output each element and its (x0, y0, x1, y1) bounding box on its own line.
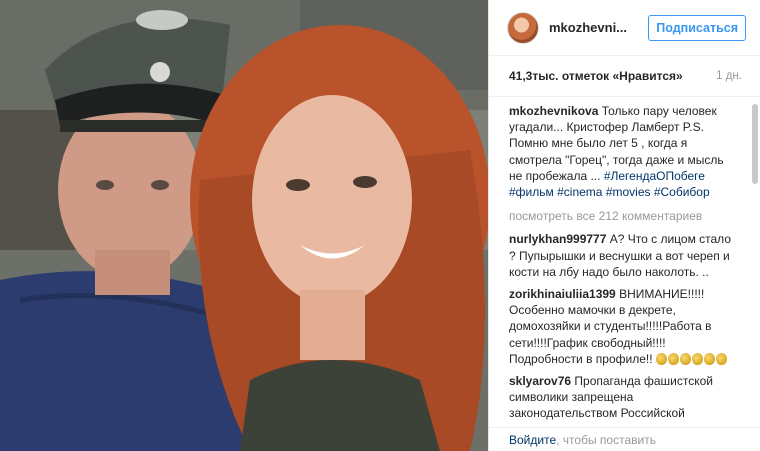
comment-item: nurlykhan999777 А? Что с лицом стало ? П… (509, 231, 737, 280)
hashtag-link[interactable]: #ЛегендаОПобеге (604, 169, 705, 183)
post-header: mkozhevni... Подписаться (489, 0, 760, 56)
likes-count[interactable]: 41,3тыс. отметок «Нравится» (509, 69, 683, 83)
comments-list[interactable]: mkozhevnikova Только пару человек угадал… (489, 97, 749, 427)
scrollbar-thumb[interactable] (752, 104, 758, 184)
hashtag-link[interactable]: #cinema (557, 185, 602, 199)
comment-username[interactable]: zorikhinaiuliia1399 (509, 287, 616, 301)
hashtag-link[interactable]: #Собибор (654, 185, 710, 199)
comment-item: zorikhinaiuliia1399 ВНИМАНИЕ!!!!! Особен… (509, 286, 737, 367)
caption-username[interactable]: mkozhevnikova (509, 104, 598, 118)
comments-scrollbar[interactable] (752, 98, 758, 428)
caption: mkozhevnikova Только пару человек угадал… (509, 103, 737, 200)
login-link[interactable]: Войдите (509, 433, 556, 447)
likes-row: 41,3тыс. отметок «Нравится» 1 дн. (489, 56, 760, 97)
add-comment-text: , чтобы поставить (556, 432, 656, 447)
money-bag-icon (655, 352, 728, 366)
selfie-illustration (0, 0, 488, 451)
follow-button[interactable]: Подписаться (648, 14, 746, 41)
comment-item: sklyarov76 Пропаганда фашистской символи… (509, 373, 737, 422)
avatar[interactable] (507, 11, 539, 44)
username-link[interactable]: mkozhevni... (549, 20, 648, 35)
add-comment-bar: Войдите , чтобы поставить (489, 427, 760, 451)
hashtag-link[interactable]: #movies (606, 185, 651, 199)
comment-username[interactable]: nurlykhan999777 (509, 232, 606, 246)
post-photo[interactable] (0, 0, 488, 451)
view-all-comments-link[interactable]: посмотреть все 212 комментариев (509, 208, 737, 224)
hashtag-link[interactable]: #фильм (509, 185, 554, 199)
comment-username[interactable]: sklyarov76 (509, 374, 571, 388)
post-sidebar: mkozhevni... Подписаться 41,3тыс. отмето… (488, 0, 760, 451)
post-time[interactable]: 1 дн. (716, 70, 742, 82)
